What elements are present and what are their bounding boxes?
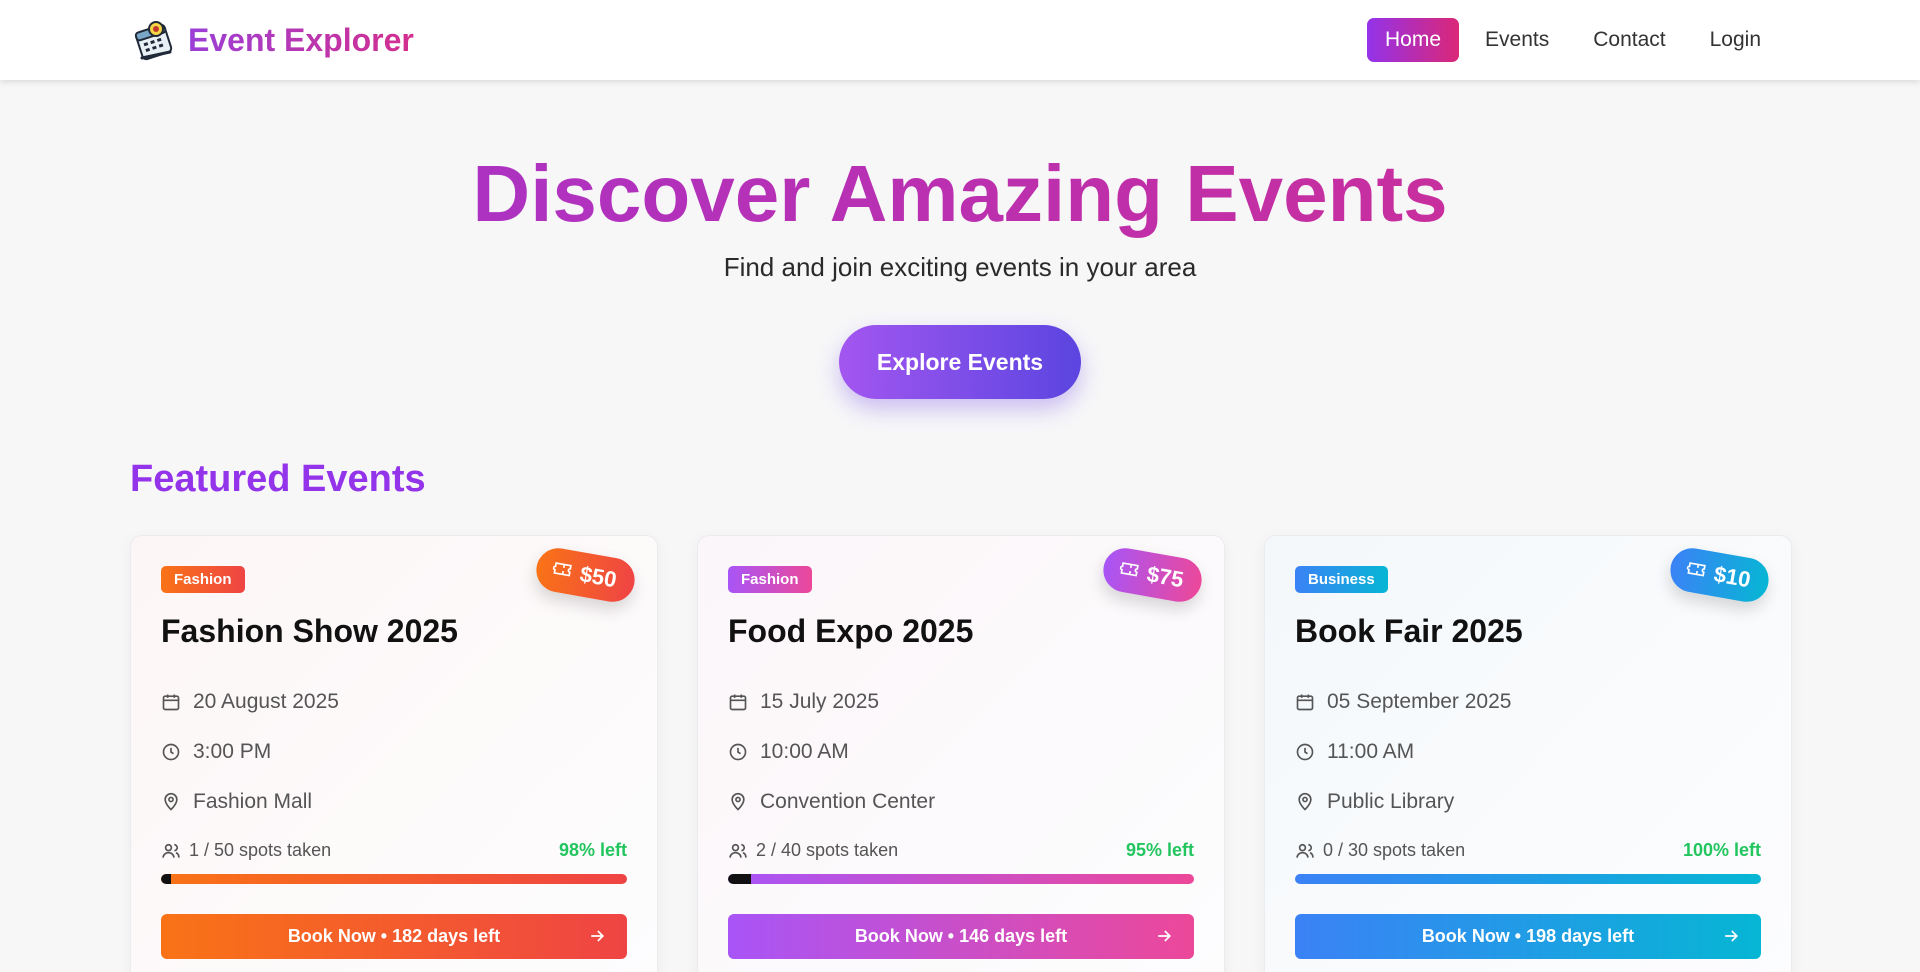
book-now-button[interactable]: Book Now • 146 days left [728,914,1194,959]
spots-taken: 0 / 30 spots taken [1295,840,1465,861]
spots-taken-text: 0 / 30 spots taken [1323,840,1466,860]
event-location: Fashion Mall [161,790,312,814]
event-card: Fashion $75 Food Expo 2025 15 July 2025 … [697,535,1225,972]
event-location-text: Fashion Mall [193,790,313,813]
event-location: Public Library [1295,790,1454,814]
event-date-text: 15 July 2025 [760,690,880,713]
arrow-right-icon [1725,930,1739,942]
spots-taken: 1 / 50 spots taken [161,840,331,861]
calendar-icon [1296,694,1314,711]
spots-left-percent: 100% left [1682,840,1761,860]
main-nav: Home Events Contact Login [1367,18,1779,62]
nav-login[interactable]: Login [1692,18,1779,62]
book-now-button[interactable]: Book Now • 182 days left [161,914,627,959]
ticket-icon [553,562,573,577]
calendar-icon [162,694,180,711]
event-date-text: 05 September 2025 [1327,690,1512,713]
event-card: Fashion $50 Fashion Show 2025 20 August … [130,535,658,972]
spots-info: 1 / 50 spots taken 98% left [161,840,627,861]
users-icon [162,843,180,858]
brand[interactable]: Event Explorer [130,16,414,64]
event-time-text: 10:00 AM [760,740,849,763]
event-location: Convention Center [728,790,935,814]
nav-contact[interactable]: Contact [1575,18,1683,62]
event-time-text: 3:00 PM [193,740,272,763]
category-badge: Business [1295,566,1388,593]
spots-taken-text: 1 / 50 spots taken [189,840,332,860]
hero-subtitle: Find and join exciting events in your ar… [723,252,1197,282]
event-location-text: Convention Center [760,790,936,813]
price-value: $50 [578,561,619,593]
event-time: 10:00 AM [728,740,849,764]
event-date: 20 August 2025 [161,690,339,714]
price-value: $10 [1712,561,1753,593]
event-title: Book Fair 2025 [1295,613,1523,649]
ticket-icon [1120,562,1140,577]
featured-events-title: Featured Events [130,458,426,500]
event-title: Fashion Show 2025 [161,613,458,649]
map-pin-icon [164,792,178,811]
navbar: Event Explorer Home Events Contact Login [0,0,1920,80]
spots-info: 0 / 30 spots taken 100% left [1295,840,1761,861]
ticket-icon [1687,562,1707,577]
category-badge: Fashion [161,566,245,593]
event-time: 3:00 PM [161,740,271,764]
spots-info: 2 / 40 spots taken 95% left [728,840,1194,861]
price-tag: $75 [1100,544,1206,606]
book-now-label: Book Now • 182 days left [287,926,501,946]
capacity-bar-taken [728,874,752,884]
event-time: 11:00 AM [1295,740,1414,764]
price-value: $75 [1145,561,1186,593]
event-date: 05 September 2025 [1295,690,1511,714]
calendar-ticket-logo-icon [134,21,173,61]
brand-name: Event Explorer [188,21,414,58]
event-location-text: Public Library [1327,790,1455,813]
event-card: Business $10 Book Fair 2025 05 September… [1264,535,1792,972]
spots-left-percent: 98% left [558,840,627,860]
event-date-text: 20 August 2025 [193,690,339,713]
price-tag: $10 [1667,544,1773,606]
price-tag: $50 [533,544,639,606]
arrow-right-icon [591,930,605,942]
capacity-bar [728,874,1194,884]
event-time-text: 11:00 AM [1327,740,1415,763]
capacity-bar [1295,874,1761,884]
event-date: 15 July 2025 [728,690,879,714]
map-pin-icon [731,792,745,811]
book-now-label: Book Now • 198 days left [1421,926,1635,946]
capacity-bar-taken [161,874,172,884]
spots-taken-text: 2 / 40 spots taken [756,840,899,860]
arrow-right-icon [1158,930,1172,942]
users-icon [1296,843,1314,858]
clock-icon [729,743,747,761]
calendar-icon [729,694,747,711]
capacity-bar [161,874,627,884]
explore-events-button[interactable]: Explore Events [839,325,1081,399]
nav-events[interactable]: Events [1467,18,1567,62]
clock-icon [162,743,180,761]
users-icon [729,843,747,858]
book-now-button[interactable]: Book Now • 198 days left [1295,914,1761,959]
spots-left-percent: 95% left [1125,840,1194,860]
map-pin-icon [1298,792,1312,811]
event-title: Food Expo 2025 [728,613,974,649]
spots-taken: 2 / 40 spots taken [728,840,898,861]
clock-icon [1296,743,1314,761]
book-now-label: Book Now • 146 days left [854,926,1068,946]
nav-home[interactable]: Home [1367,18,1460,62]
hero-title: Discover Amazing Events [0,148,1920,240]
category-badge: Fashion [728,566,812,593]
